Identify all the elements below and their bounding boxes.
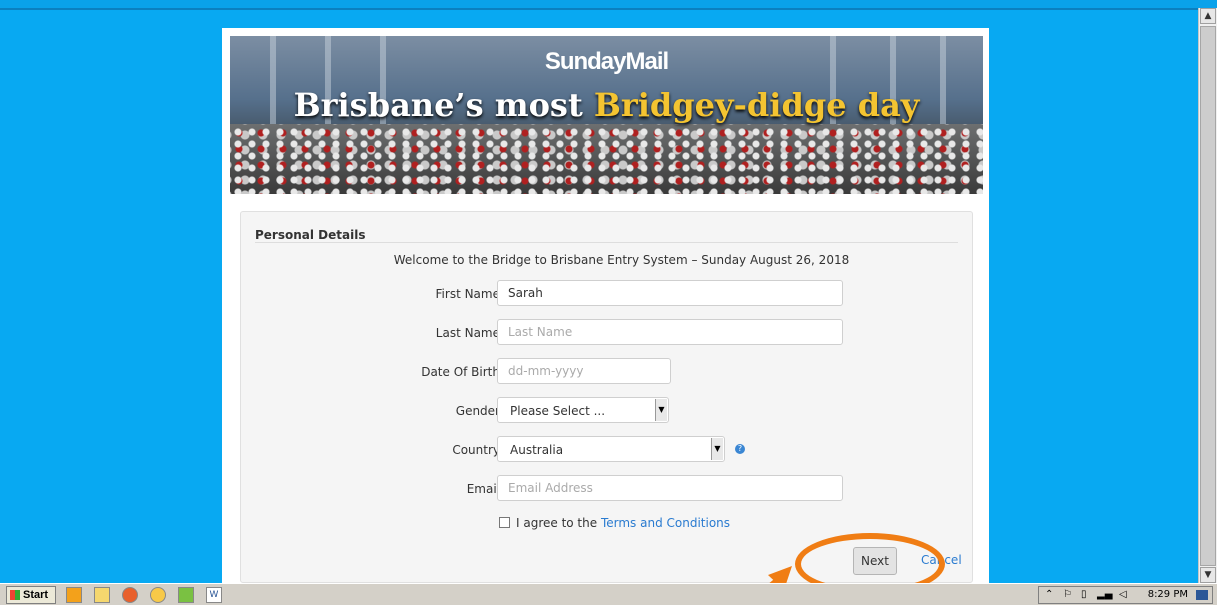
crowd-image	[230, 124, 983, 194]
country-selected: Australia	[510, 443, 564, 457]
email-label: Email	[466, 482, 500, 496]
windows-logo-icon	[10, 590, 20, 600]
flag-icon[interactable]: ⚐	[1063, 587, 1072, 603]
agree-text: I agree to the	[516, 516, 601, 530]
speaker-icon[interactable]: ◁	[1119, 587, 1127, 603]
first-name-input[interactable]	[497, 280, 843, 306]
firefox-icon[interactable]	[122, 587, 138, 603]
chevron-down-icon[interactable]: ▼	[655, 399, 667, 421]
gender-row: Gender Please Select ... ▼	[241, 397, 972, 425]
email-input[interactable]	[497, 475, 843, 501]
email-row: Email	[241, 475, 972, 503]
section-divider	[255, 242, 958, 243]
network-signal-icon[interactable]: ▂▄	[1097, 587, 1112, 603]
show-hidden-icons-icon[interactable]: ⌃	[1045, 587, 1053, 603]
window-top-border	[0, 0, 1217, 10]
dob-row: Date Of Birth	[241, 358, 972, 386]
terms-checkbox[interactable]	[499, 517, 510, 528]
media-player-icon[interactable]	[66, 587, 82, 603]
last-name-input[interactable]	[497, 319, 843, 345]
section-title: Personal Details	[255, 228, 366, 242]
battery-icon[interactable]: ▯	[1081, 587, 1087, 603]
scroll-up-arrow-icon[interactable]: ▲	[1200, 8, 1216, 24]
personal-details-panel: Personal Details Welcome to the Bridge t…	[240, 211, 973, 583]
show-desktop-icon[interactable]	[1196, 590, 1208, 600]
last-name-row: Last Name	[241, 319, 972, 347]
headline-highlight: Bridgey-didge day	[593, 86, 920, 124]
gender-selected: Please Select ...	[510, 404, 606, 418]
chevron-down-icon[interactable]: ▼	[711, 438, 723, 460]
last-name-label: Last Name	[435, 326, 500, 340]
dob-label: Date Of Birth	[421, 365, 500, 379]
country-row: Country Australia ▼ ?	[241, 436, 972, 464]
terms-link[interactable]: Terms and Conditions	[601, 516, 730, 530]
banner-headline: Brisbane’s most Bridgey-didge day	[230, 86, 983, 124]
sunday-mail-logo: SundayMail	[544, 48, 669, 75]
word-icon[interactable]: W	[206, 587, 222, 603]
dob-input[interactable]	[497, 358, 671, 384]
taskbar: Start W ⌃ ⚐ ▯ ▂▄ ◁ 8:29 PM	[0, 583, 1217, 605]
web-page: SundayMail Brisbane’s most Bridgey-didge…	[222, 28, 989, 583]
country-label: Country	[452, 443, 500, 457]
system-tray: ⌃ ⚐ ▯ ▂▄ ◁ 8:29 PM	[1038, 586, 1213, 604]
gender-label: Gender	[455, 404, 500, 418]
header-banner: SundayMail Brisbane’s most Bridgey-didge…	[230, 36, 983, 194]
country-select[interactable]: Australia ▼	[497, 436, 725, 462]
first-name-label: First Name	[435, 287, 500, 301]
welcome-text: Welcome to the Bridge to Brisbane Entry …	[393, 253, 850, 267]
info-icon[interactable]: ?	[735, 444, 745, 454]
notepad-icon[interactable]	[178, 587, 194, 603]
scroll-down-arrow-icon[interactable]: ▼	[1200, 567, 1216, 583]
terms-agreement: I agree to the Terms and Conditions	[499, 516, 730, 530]
clock-app-icon[interactable]	[150, 587, 166, 603]
gender-select[interactable]: Please Select ... ▼	[497, 397, 669, 423]
start-label: Start	[23, 589, 49, 601]
scrollbar-thumb[interactable]	[1200, 26, 1216, 566]
first-name-row: First Name	[241, 280, 972, 308]
vertical-scrollbar[interactable]: ▲ ▼	[1198, 8, 1217, 583]
headline-text: Brisbane’s most	[293, 86, 594, 124]
clock[interactable]: 8:29 PM	[1148, 587, 1188, 603]
start-button[interactable]: Start	[6, 586, 56, 604]
folder-icon[interactable]	[94, 587, 110, 603]
